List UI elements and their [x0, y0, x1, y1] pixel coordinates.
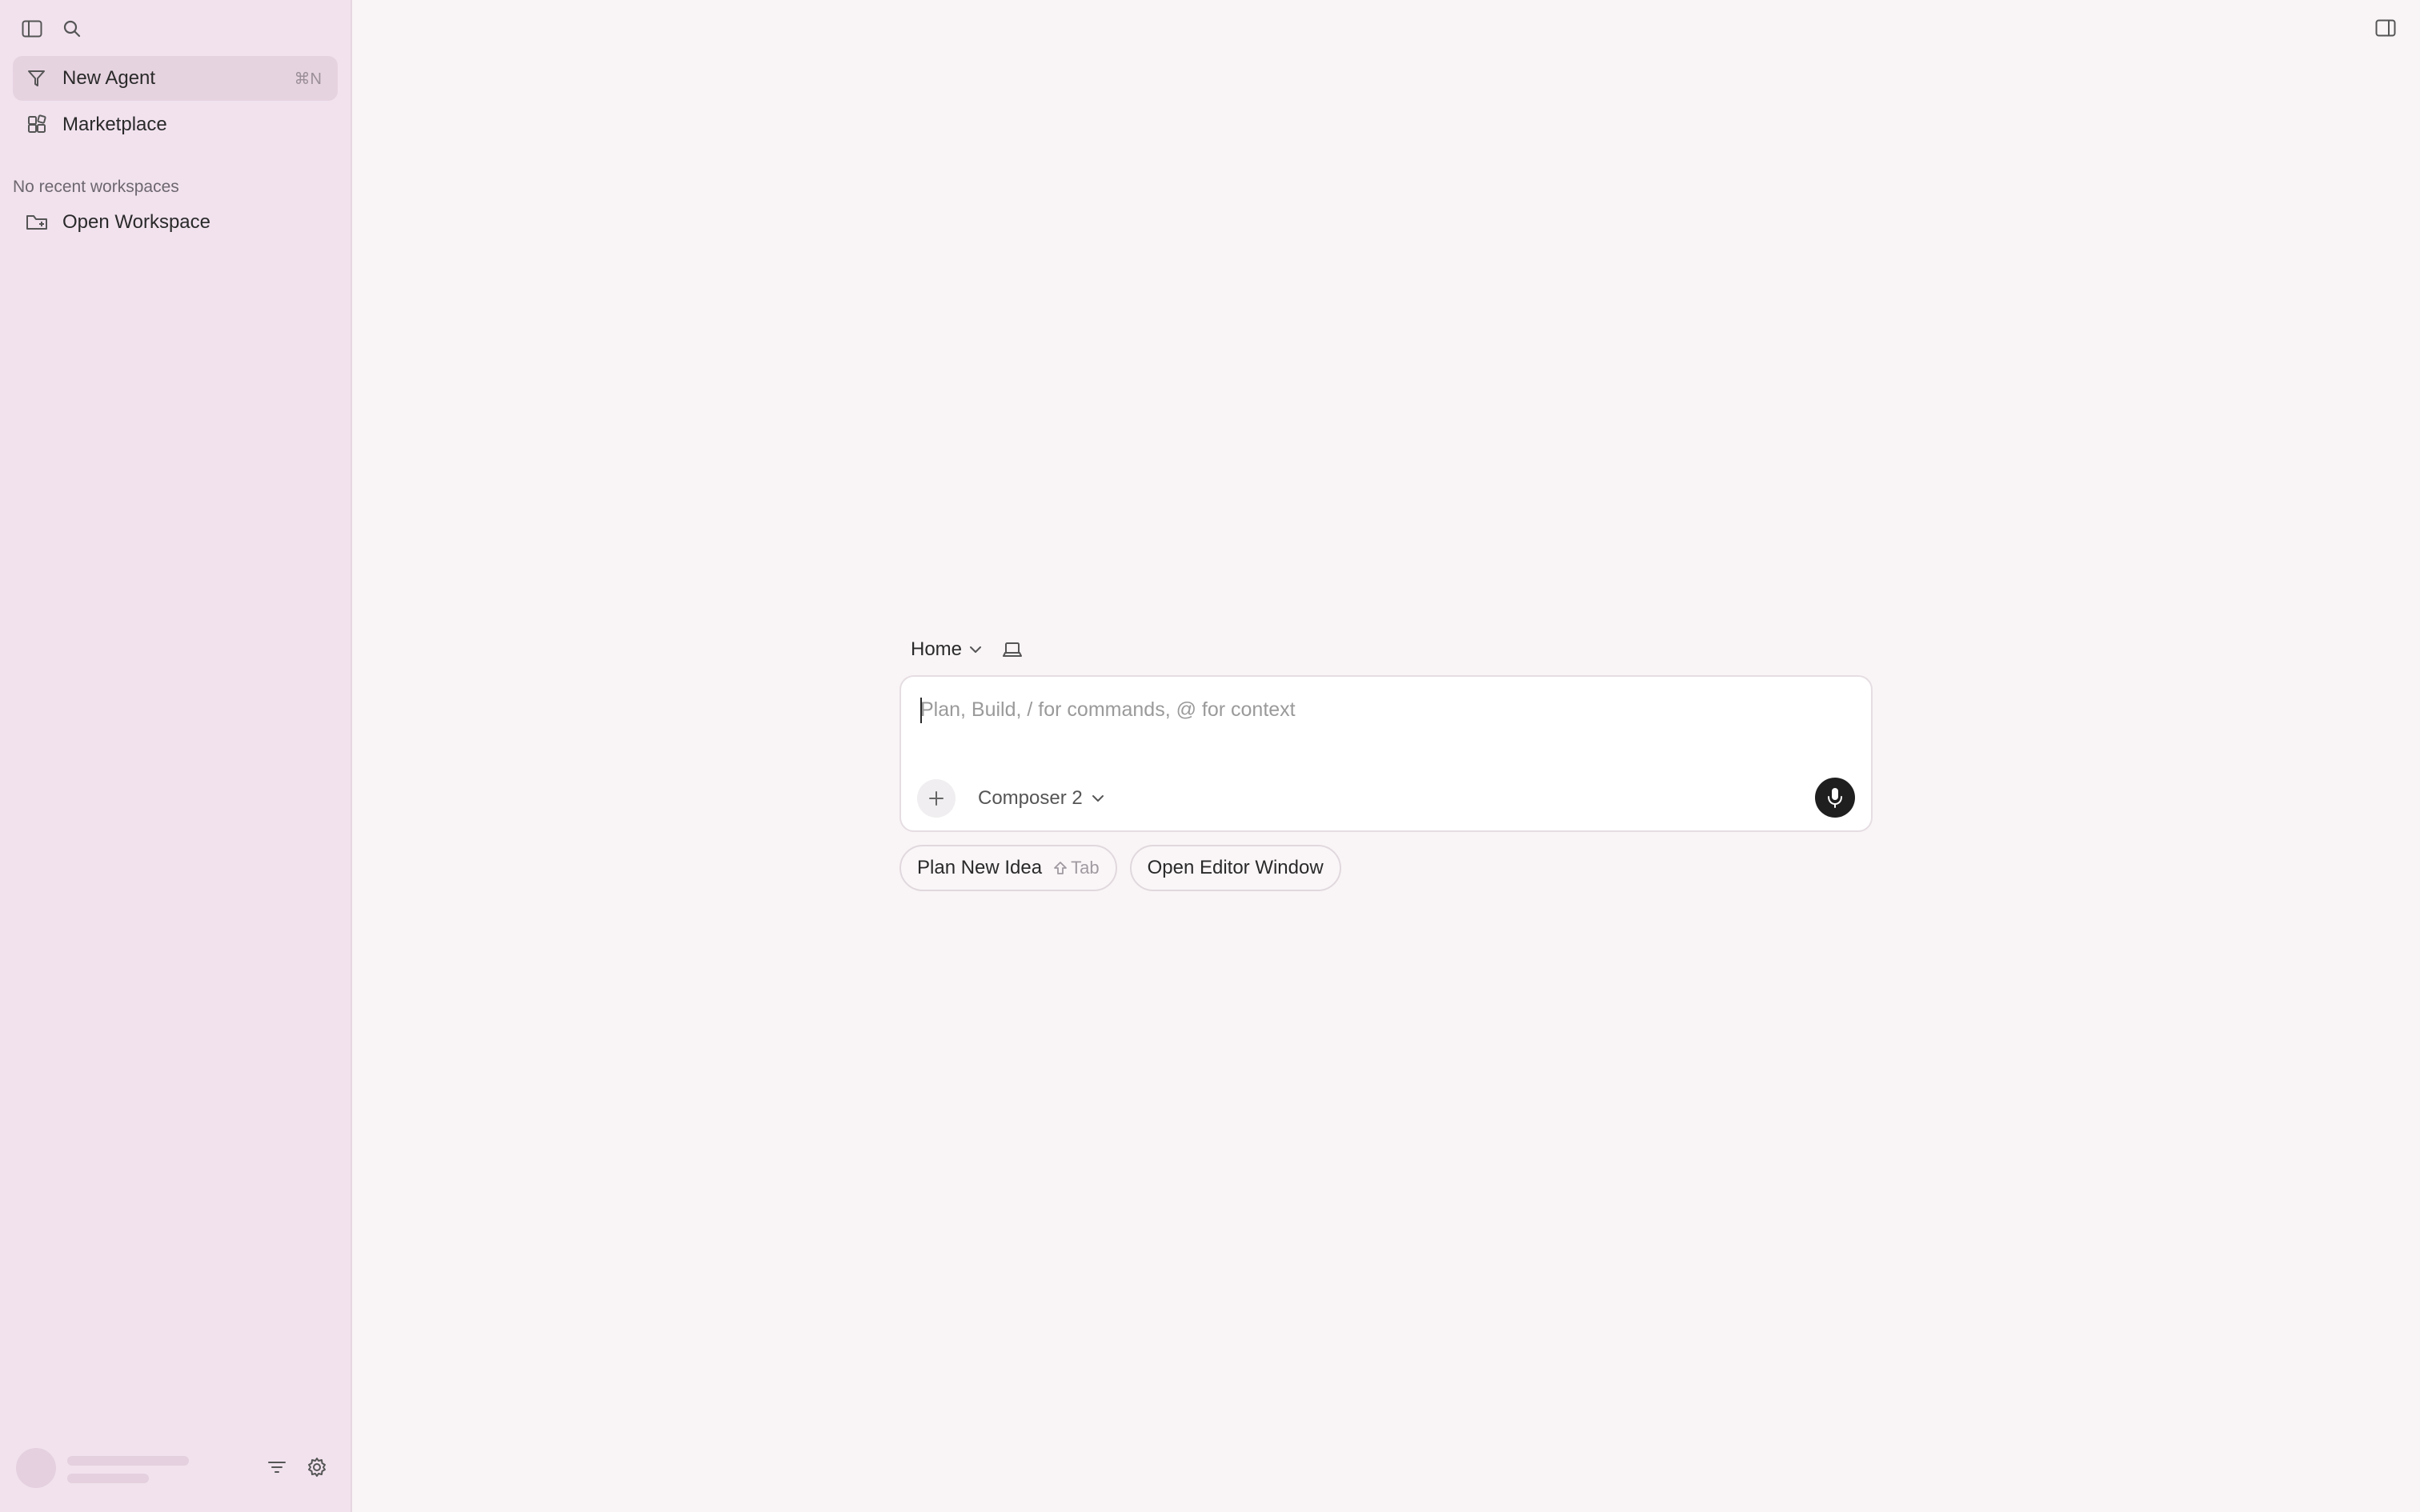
toggle-sidebar-icon[interactable]	[19, 16, 45, 42]
agent-icon	[26, 67, 48, 90]
sidebar: New Agent ⌘N Marketplace No recent works…	[0, 0, 352, 1512]
action-row: Plan New Idea Tab Open Editor Window	[899, 845, 1873, 891]
microphone-icon	[1828, 788, 1842, 808]
chevron-down-icon	[1091, 794, 1105, 803]
folder-icon	[26, 211, 48, 234]
sidebar-item-open-workspace[interactable]: Open Workspace	[13, 200, 338, 245]
composer-area: Home Composer 2	[899, 632, 1873, 891]
toggle-right-panel-icon[interactable]	[2372, 14, 2399, 42]
marketplace-icon	[26, 114, 48, 136]
laptop-icon[interactable]	[1002, 641, 1023, 658]
section-label-workspaces: No recent workspaces	[13, 178, 179, 196]
sidebar-footer	[16, 1446, 336, 1488]
location-selector[interactable]: Home	[911, 638, 962, 661]
button-label: Plan New Idea	[917, 857, 1043, 878]
chevron-down-icon[interactable]	[968, 645, 983, 654]
model-selector[interactable]: Composer 2	[978, 784, 1105, 813]
shortcut-hint: Tab	[1053, 858, 1100, 878]
plan-new-idea-button[interactable]: Plan New Idea Tab	[899, 845, 1117, 891]
prompt-input[interactable]	[919, 691, 1847, 728]
open-editor-window-button[interactable]: Open Editor Window	[1129, 845, 1341, 891]
sidebar-item-new-agent[interactable]: New Agent ⌘N	[13, 56, 338, 101]
model-label: Composer 2	[978, 787, 1083, 809]
shift-icon	[1054, 862, 1067, 874]
button-label: Open Editor Window	[1147, 857, 1324, 878]
sidebar-item-label: New Agent	[62, 67, 156, 89]
loading-placeholder	[67, 1456, 189, 1466]
loading-placeholder	[67, 1474, 149, 1483]
composer-box: Composer 2	[899, 675, 1873, 832]
sidebar-item-label: Open Workspace	[62, 211, 210, 233]
gear-icon[interactable]	[304, 1454, 330, 1480]
avatar[interactable]	[16, 1448, 56, 1488]
sidebar-item-label: Marketplace	[62, 114, 167, 135]
sidebar-item-marketplace[interactable]: Marketplace	[13, 102, 338, 147]
shortcut-key: Tab	[1071, 858, 1100, 878]
context-row: Home	[899, 632, 1873, 667]
add-context-button[interactable]	[917, 779, 956, 818]
search-icon[interactable]	[59, 16, 85, 42]
filter-icon[interactable]	[264, 1454, 290, 1480]
plus-icon	[929, 791, 944, 806]
sidebar-top-icons	[19, 16, 85, 42]
voice-input-button[interactable]	[1815, 778, 1855, 818]
text-caret	[920, 698, 922, 723]
shortcut-hint: ⌘N	[294, 70, 322, 88]
